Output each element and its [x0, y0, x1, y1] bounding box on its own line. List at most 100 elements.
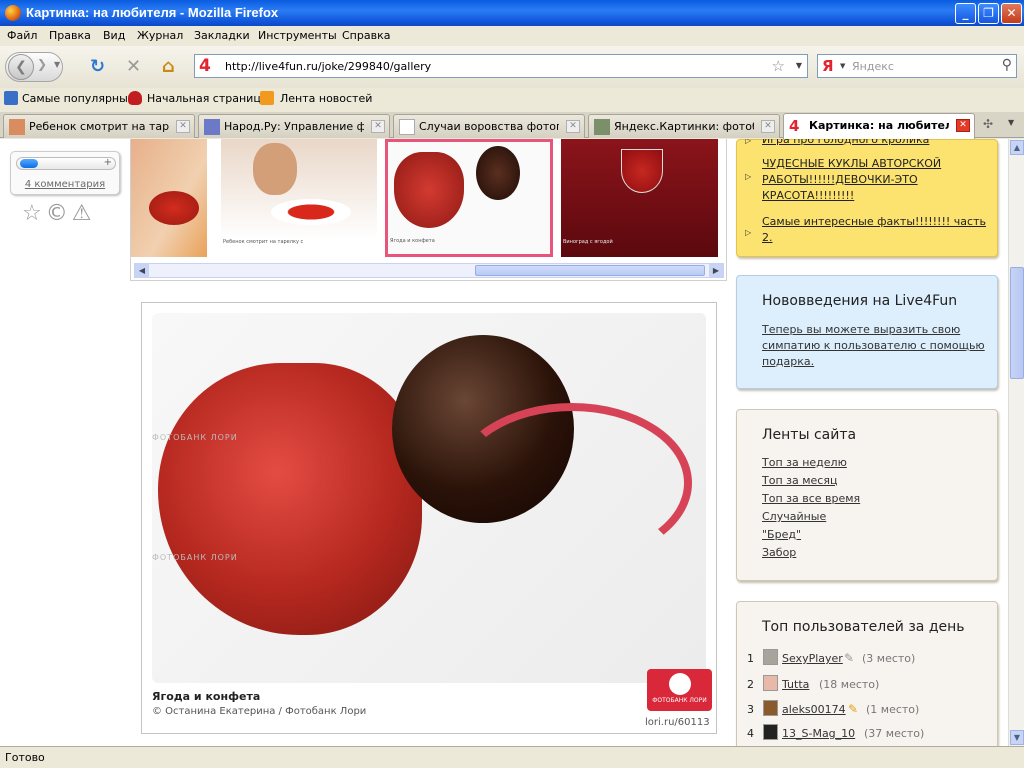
yellow-link[interactable]: ЧУДЕСНЫЕ КУКЛЫ АВТОРСКОЙ РАБОТЫ!!!!!!ДЕВ… — [762, 156, 987, 204]
scroll-right-icon[interactable]: ▶ — [709, 264, 723, 277]
news-panel-link[interactable]: Теперь вы можете выразить свою симпатию … — [762, 322, 987, 370]
tab-close-icon[interactable]: ✕ — [761, 120, 775, 133]
scroll-thumb[interactable] — [475, 265, 705, 276]
close-window-button[interactable]: ✕ — [1001, 3, 1022, 24]
rank-number: 4 — [747, 727, 754, 740]
yellow-link[interactable]: Игра про голодного кролика — [762, 139, 987, 148]
bookmark-star-icon[interactable]: ☆ — [772, 57, 785, 75]
yandex-icon[interactable]: Я — [822, 57, 834, 75]
user-link[interactable]: SexyPlayer — [782, 652, 843, 665]
feed-link[interactable]: Топ за неделю — [762, 456, 847, 469]
gallery-thumb[interactable]: Ребенок смотрит на тарелку с — [221, 139, 377, 257]
menu-history[interactable]: Журнал — [137, 29, 183, 42]
tab-narod[interactable]: Народ.Ру: Управление фа... ✕ — [198, 114, 390, 138]
tab-close-icon[interactable]: ✕ — [956, 119, 970, 132]
main-photo[interactable]: ФОТОБАНК ЛОРИ ФОТОБАНК ЛОРИ — [152, 313, 706, 683]
menu-file[interactable]: Файл — [7, 29, 37, 42]
engine-dropdown-icon[interactable]: ▼ — [840, 62, 845, 70]
news-panel: Нововведения на Live4Fun Теперь вы может… — [736, 275, 998, 389]
feed-link[interactable]: "Бред" — [762, 528, 801, 541]
reload-icon[interactable]: ↻ — [90, 56, 105, 77]
tab-label: Ребенок смотрит на таре... — [29, 120, 169, 133]
horizontal-scrollbar[interactable]: ◀ ▶ — [134, 263, 724, 278]
user-link[interactable]: aleks00174 — [782, 703, 846, 716]
address-bar[interactable]: 4 http://live4fun.ru/joke/299840/gallery… — [194, 54, 808, 78]
feeds-panel: Ленты сайта Топ за неделю Топ за месяц Т… — [736, 409, 998, 581]
lori-mascot-icon — [668, 673, 691, 695]
yellow-link[interactable]: Самые интересные факты!!!!!!!! часть 2. — [762, 214, 987, 246]
rank-number: 3 — [747, 703, 754, 716]
plus-icon[interactable]: + — [104, 157, 112, 168]
menu-edit[interactable]: Правка — [49, 29, 91, 42]
feed-link[interactable]: Топ за месяц — [762, 474, 837, 487]
scroll-down-icon[interactable]: ▼ — [1010, 730, 1024, 745]
rating-slider[interactable]: + — [16, 157, 116, 170]
rss-icon — [260, 91, 274, 105]
gallery-thumb[interactable]: Виноград с ягодой — [561, 139, 718, 257]
scroll-left-icon[interactable]: ◀ — [135, 264, 149, 277]
user-link[interactable]: 13_S-Mag_10 — [782, 727, 855, 740]
menu-bookmarks[interactable]: Закладки — [194, 29, 250, 42]
home-icon[interactable]: ⌂ — [162, 56, 175, 77]
image-credit: © Останина Екатерина / Фотобанк Лори — [152, 706, 367, 717]
user-place: (3 место) — [862, 652, 916, 665]
tab-close-icon[interactable]: ✕ — [371, 120, 385, 133]
avatar[interactable] — [763, 649, 778, 665]
new-tab-icon[interactable]: ✣ — [983, 117, 993, 131]
vertical-scroll-thumb[interactable] — [1010, 267, 1024, 379]
bullet-icon: ▷ — [745, 172, 752, 181]
search-box[interactable]: Я ▼ Яндекс ⚲ — [817, 54, 1017, 78]
user-link[interactable]: Tutta — [782, 678, 809, 691]
bullet-icon: ▷ — [745, 228, 752, 237]
strawberries-plate — [271, 199, 351, 225]
search-icon[interactable]: ⚲ — [1002, 57, 1012, 73]
tab-child[interactable]: Ребенок смотрит на таре... ✕ — [3, 114, 195, 138]
url-text[interactable]: http://live4fun.ru/joke/299840/gallery — [225, 60, 431, 73]
tab-list-icon[interactable]: ▼ — [1008, 118, 1014, 127]
feed-link[interactable]: Забор — [762, 546, 796, 559]
feed-link[interactable]: Топ за все время — [762, 492, 860, 505]
tab-yandex-images[interactable]: Яндекс.Картинки: фотоб... ✕ — [588, 114, 780, 138]
maximize-button[interactable]: ❐ — [978, 3, 999, 24]
menu-view[interactable]: Вид — [103, 29, 125, 42]
tab-current[interactable]: 4 Картинка: на любителя ✕ — [783, 113, 975, 139]
thumb-caption: Виноград с ягодой — [563, 239, 613, 245]
avatar[interactable] — [763, 724, 778, 740]
menu-help[interactable]: Справка — [342, 29, 390, 42]
tab-favicon: 4 — [789, 117, 800, 135]
stop-icon[interactable]: ✕ — [126, 56, 141, 77]
gallery-thumb[interactable] — [131, 139, 207, 257]
back-button[interactable]: ❮ — [8, 54, 34, 80]
site-favicon: 4 — [199, 56, 211, 76]
comments-link[interactable]: 4 комментария — [11, 179, 119, 190]
warning-icon[interactable]: ⚠ — [72, 201, 96, 226]
status-text: Готово — [5, 751, 45, 764]
copyright-icon[interactable]: © — [46, 201, 72, 226]
menu-tools[interactable]: Инструменты — [258, 29, 337, 42]
bookmark-popular[interactable]: Самые популярные — [22, 92, 135, 105]
forward-button[interactable]: ❯ — [37, 57, 47, 71]
search-placeholder[interactable]: Яндекс — [852, 60, 894, 73]
bookmark-start-page[interactable]: Начальная страница — [147, 92, 268, 105]
tab-close-icon[interactable]: ✕ — [176, 120, 190, 133]
gallery-strip: Ребенок смотрит на тарелку с Ягода и кон… — [130, 139, 727, 281]
popular-bookmark-icon — [4, 91, 18, 105]
tab-theft[interactable]: Случаи воровства фотогр... ✕ — [393, 114, 585, 138]
vertical-scrollbar[interactable]: ▲ ▼ — [1008, 139, 1024, 746]
bookmark-news-feed[interactable]: Лента новостей — [280, 92, 372, 105]
avatar[interactable] — [763, 700, 778, 716]
history-dropdown-icon[interactable]: ▼ — [54, 60, 60, 69]
favorite-star-icon[interactable]: ☆ — [22, 201, 46, 226]
thumb-caption: Ягода и конфета — [390, 238, 435, 244]
minimize-button[interactable]: _ — [955, 3, 976, 24]
url-dropdown-icon[interactable]: ▼ — [796, 61, 802, 70]
rating-knob[interactable] — [20, 159, 38, 168]
lori-link: lori.ru/60113 — [645, 717, 710, 728]
scroll-up-icon[interactable]: ▲ — [1010, 140, 1024, 155]
tab-bar: Ребенок смотрит на таре... ✕ Народ.Ру: У… — [0, 112, 1024, 139]
feed-link[interactable]: Случайные — [762, 510, 826, 523]
gallery-thumb-selected[interactable]: Ягода и конфета — [385, 139, 553, 257]
tab-close-icon[interactable]: ✕ — [566, 120, 580, 133]
strawberry-image — [158, 363, 422, 635]
avatar[interactable] — [763, 675, 778, 691]
